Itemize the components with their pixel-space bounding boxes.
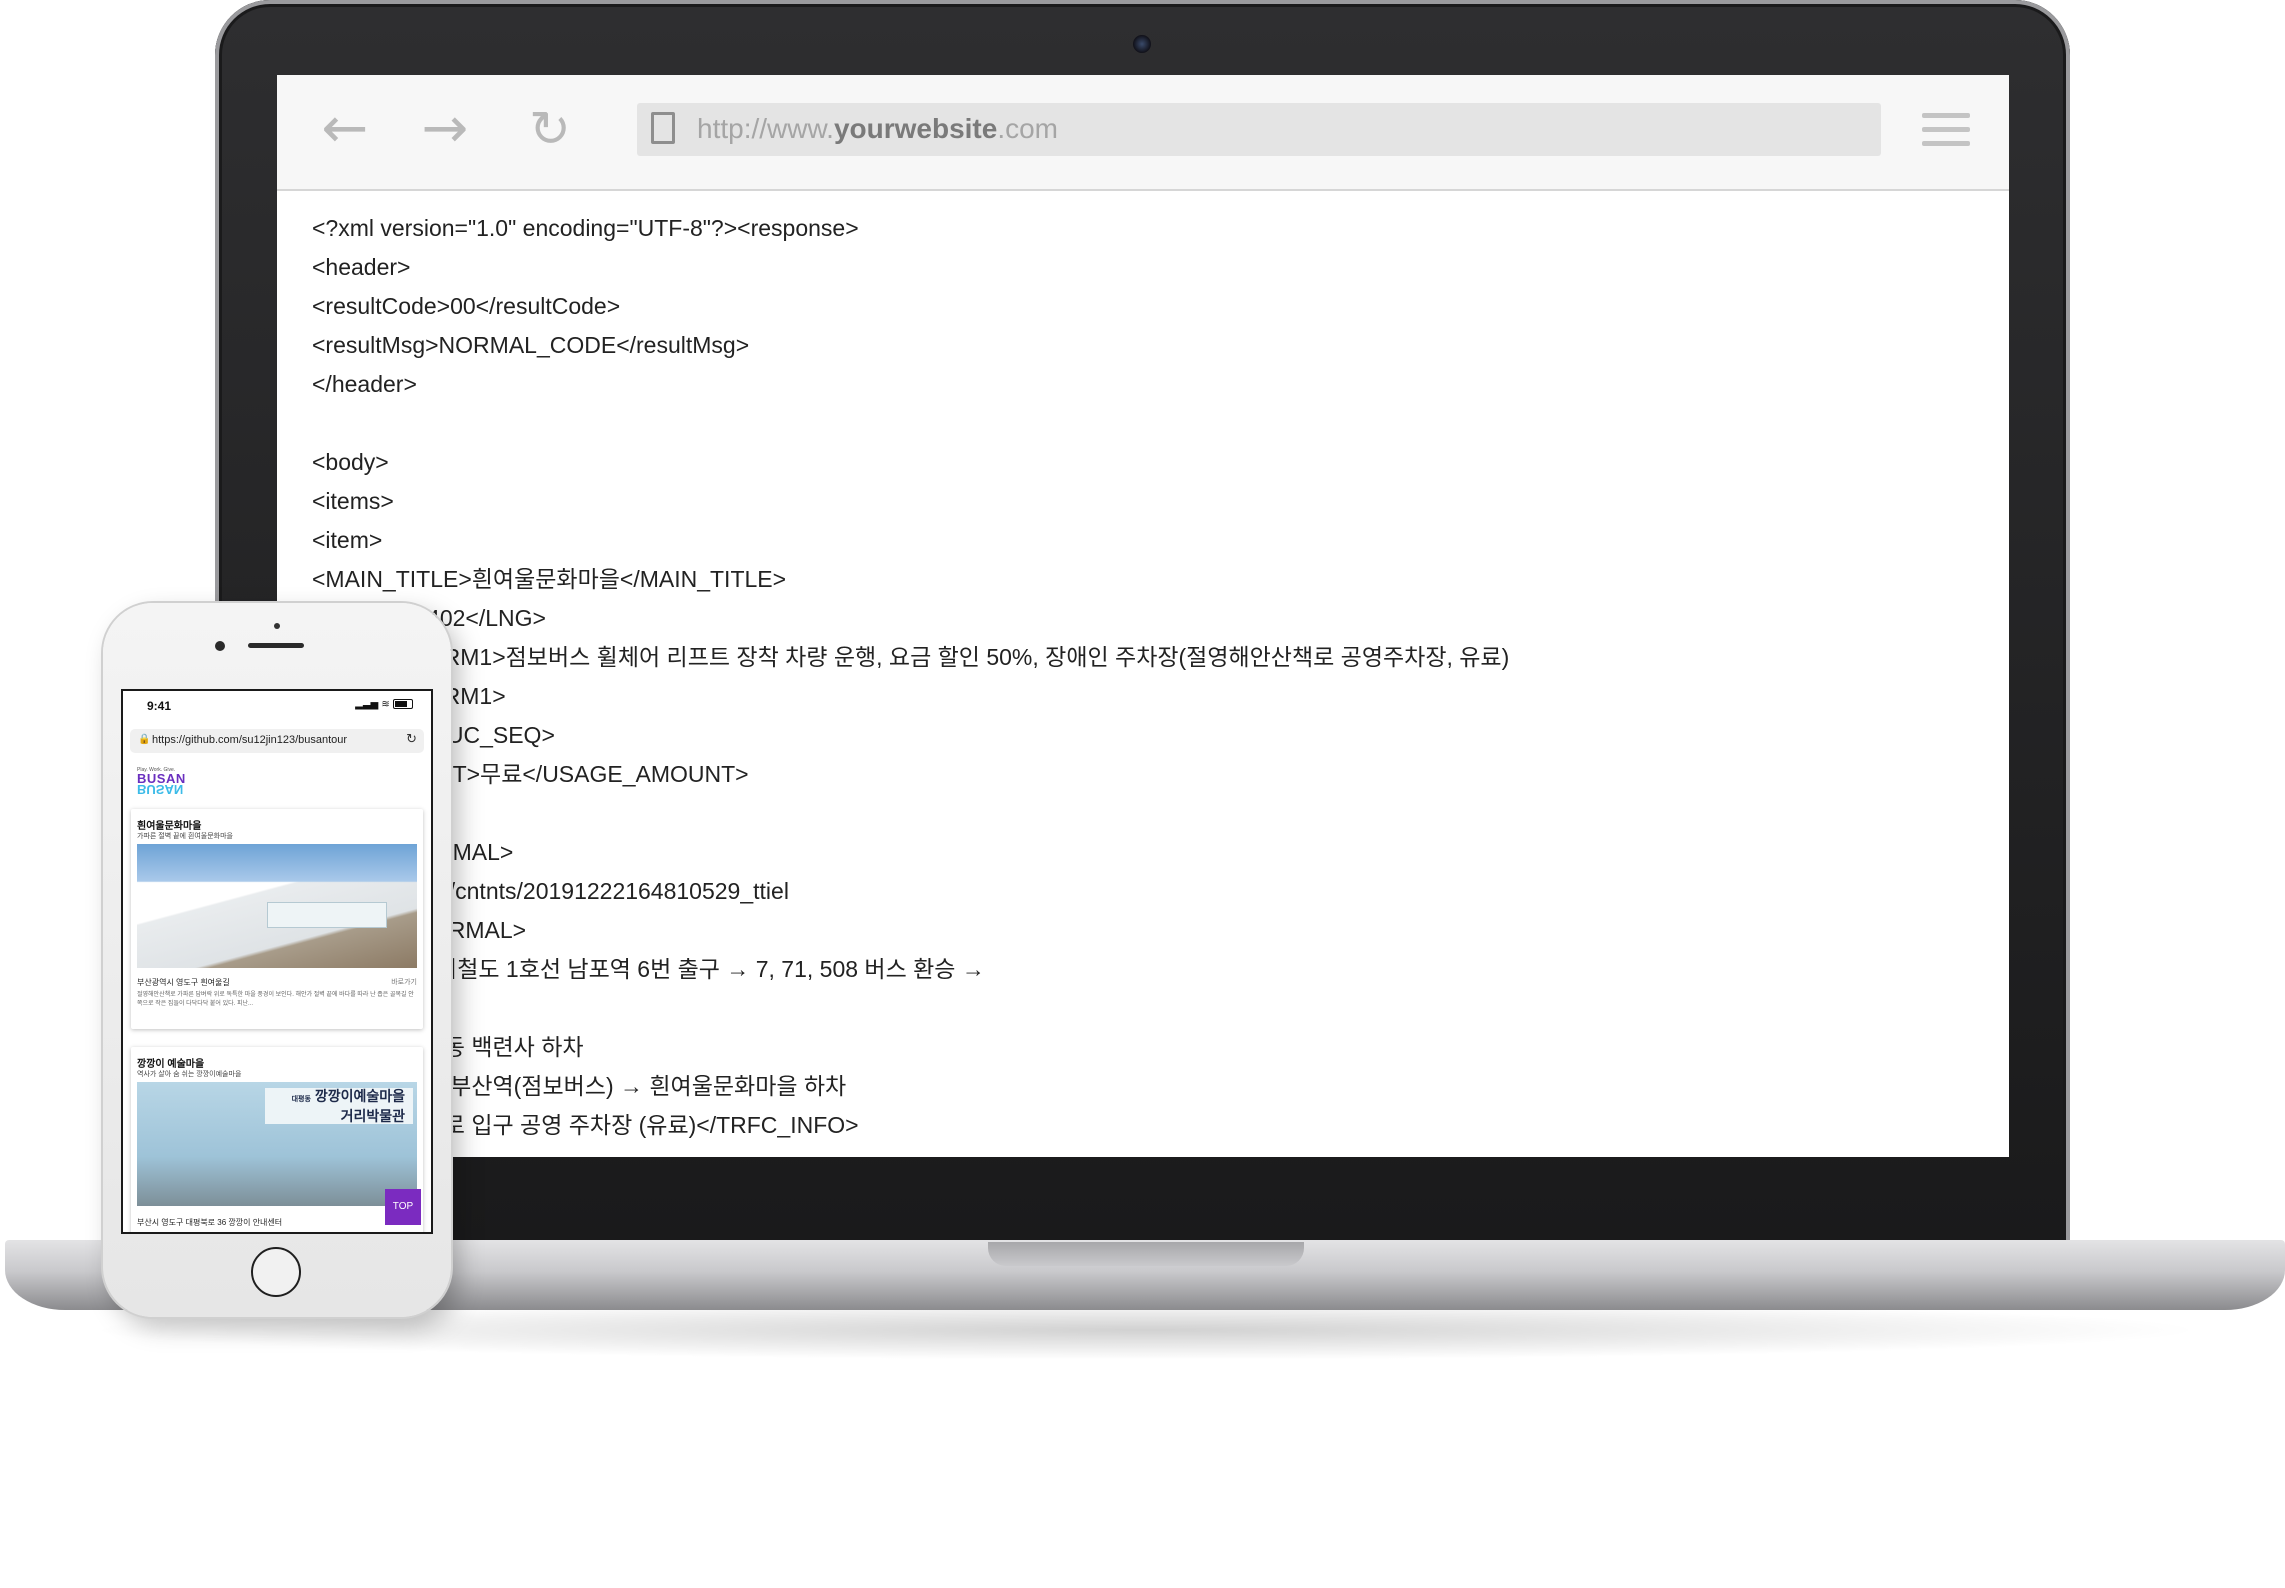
xml-line: ./> [312,794,1992,833]
card-image [137,844,417,968]
card-more-link[interactable]: 바로가기 [391,977,417,987]
xml-line: >도시철도 1호선 남포역 6번 출구 → 7, 71, 508 버스 환승 → [312,956,985,982]
phone-camera [215,641,225,651]
xml-line: <resultCode>00</resultCode> [312,293,621,319]
xml-line: 하차 [312,989,1992,1028]
wifi-icon: ≋ [381,699,390,710]
card-title: 흰여울문화마을 [137,821,202,832]
xml-line: <header> [312,254,411,280]
xml-line: <resultMsg>NORMAL_CODE</resultMsg> [312,332,750,358]
phone-screen: 9:41 ▂▃▅ ≋ 🔒 https://github.com/su12jin1… [121,689,433,1234]
card-subtitle: 역사가 살아 숨 쉬는 깡깡이예술마을 [137,1071,242,1078]
xml-line: 04402</LNG> [401,605,546,631]
battery-icon [393,699,413,709]
address-bar[interactable]: http://www.yourwebsite.com [637,103,1881,156]
phone-speaker [248,643,304,648]
arrow-right-icon[interactable]: → [417,101,473,157]
hamburger-menu-icon[interactable] [1922,113,1970,147]
xml-line: 55</UC_SEQ> [401,722,555,748]
wall-sign [267,902,387,928]
card-location: 부산시 영도구 대평북로 36 깡깡이 안내센터 [137,1218,283,1227]
xml-line: _NORMAL> [401,917,527,943]
xml-line: /files/cntnts/20191222164810529_ttiel [312,878,789,904]
xml-line: OUNT>무료</USAGE_AMOUNT> [312,761,749,787]
xml-line: 산책로 입구 공영 주차장 (유료)</TRFC_INFO> [312,1112,859,1138]
tour-card[interactable]: 깡깡이 예술마을 역사가 살아 숨 쉬는 깡깡이예술마을 대평동 깡깡이예술마을… [131,1047,423,1232]
home-button[interactable] [251,1247,301,1297]
laptop-screen: ← → ↻ http://www.yourwebsite.com <?xml v… [277,75,2009,1157]
status-time: 9:41 [147,699,172,713]
arrow-left-icon[interactable]: ← [317,101,373,157]
mobile-address-bar[interactable]: 🔒 https://github.com/su12jin123/busantou… [130,729,424,753]
xml-line: ZE_RM1> [401,683,506,709]
card-image: 대평동 깡깡이예술마을 거리박물관 [137,1082,417,1206]
reload-icon[interactable]: ↻ [522,101,578,157]
xml-line: 영선동 백련사 하차 [401,1034,584,1060]
xml-response: <?xml version="1.0" encoding="UTF-8"?><r… [312,209,1992,1145]
phone-sensor [274,623,280,629]
mobile-url-text: https://github.com/su12jin123/busantour [152,734,348,746]
museum-sign: 대평동 깡깡이예술마을 거리박물관 [265,1088,413,1124]
xml-line [312,404,1992,443]
url-text: http://www.yourwebsite.com [697,113,1059,144]
xml-line: <body> [312,449,389,475]
xml-line: ZE_RM1>점보버스 휠체어 리프트 장착 차량 운행, 요금 할인 50%,… [312,644,1510,670]
xml-line: <MAIN_TITLE>흰여울문화마을</MAIN_TITLE> [312,566,787,592]
lock-icon: 🔒 [138,734,151,745]
scroll-top-button[interactable]: TOP [385,1189,421,1225]
phone: 9:41 ▂▃▅ ≋ 🔒 https://github.com/su12jin1… [103,603,451,1317]
page-icon [651,112,675,144]
laptop-notch [988,1242,1304,1266]
reload-icon[interactable]: ↻ [406,732,417,747]
xml-line: </header> [312,371,417,397]
webcam [1133,35,1151,53]
card-title: 깡깡이 예술마을 [137,1059,205,1070]
card-description: 절영해안산책로 가파른 담벼락 위로 독특한 마을 풍경이 보인다. 해안가 절… [137,992,414,1007]
tour-card[interactable]: 흰여울문화마을 가파른 절벽 끝에 흰여울문화마을 부산광역시 영도구 흰여울길… [131,809,423,1029]
card-location: 부산광역시 영도구 흰여울길 [137,978,230,987]
card-subtitle: 가파른 절벽 끝에 흰여울문화마을 [137,833,233,840]
status-bar: 9:41 ▂▃▅ ≋ [123,691,431,721]
busan-logo[interactable]: Play. Work. Give. BUSAN BUSAN [137,767,197,797]
xml-line: <items> [312,488,394,514]
browser-toolbar: ← → ↻ http://www.yourwebsite.com [277,75,2009,191]
status-icons: ▂▃▅ ≋ [355,699,413,710]
xml-line: <item> [312,527,383,553]
xml-line: 버스 부산역(점보버스) → 흰여울문화마을 하차 [312,1073,847,1099]
xml-line: <?xml version="1.0" encoding="UTF-8"?><r… [312,215,859,241]
xml-line: NORMAL> [401,839,514,865]
